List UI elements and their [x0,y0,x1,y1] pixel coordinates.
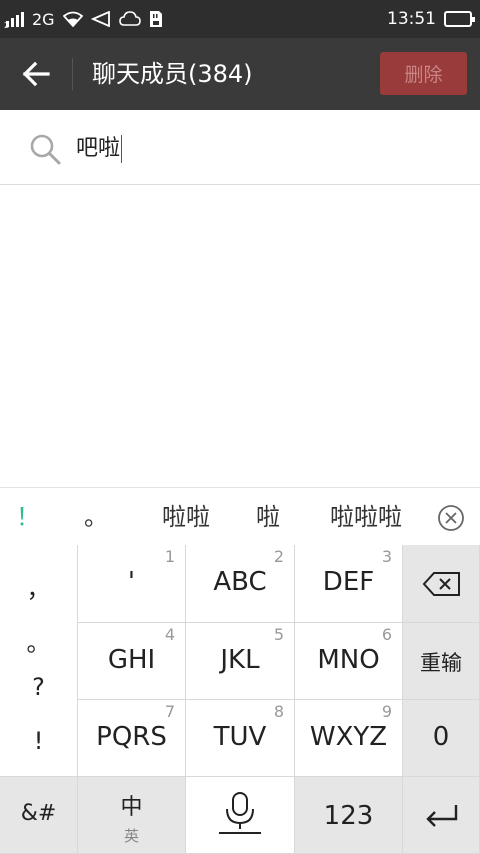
key-number: 9 [381,702,392,721]
numbers-key[interactable]: 123 [295,777,403,854]
clock: 13:51 [387,9,436,29]
key-number: 5 [273,625,284,644]
key-number: 6 [381,625,392,644]
punctuation-key[interactable]: ? [0,673,77,701]
key-label: ' [127,567,136,597]
status-bar-left: 2 2G [4,0,163,38]
language-main-label: 中 [120,795,143,820]
app-bar: 聊天成员(384) 删除 [0,38,480,110]
symbols-label: &# [20,801,57,826]
sd-card-icon [149,11,162,27]
key-label: WXYZ [309,722,388,752]
candidate-item[interactable]: ！ [8,488,48,547]
battery-icon [444,11,475,27]
key-number: 3 [381,547,392,566]
close-circle-icon[interactable] [437,504,465,532]
key-number: 2 [273,547,284,566]
delete-button[interactable]: 删除 [380,52,467,95]
wifi-icon [62,11,83,27]
key-number: 8 [273,702,284,721]
key-2[interactable]: 2 ABC [186,545,295,623]
sim-slot: 2 [4,21,10,30]
reinput-label: 重输 [420,651,462,675]
backspace-key[interactable] [403,545,480,623]
enter-key[interactable] [403,777,480,854]
key-label: DEF [322,567,375,597]
key-6[interactable]: 6 MNO [295,623,403,700]
candidate-item[interactable]: 。 [72,488,120,547]
key-label: GHI [107,645,156,675]
language-sub-label: 英 [123,827,139,845]
candidate-item[interactable]: 啦啦啦 [316,488,416,547]
search-input[interactable]: 吧啦 [76,110,123,185]
app-bar-divider [72,58,73,90]
numbers-label: 123 [323,801,374,831]
punctuation-column[interactable]: ， 。 ? ! [0,545,78,777]
key-label: JKL [220,645,260,675]
arrow-left-icon[interactable] [18,56,54,92]
key-4[interactable]: 4 GHI [78,623,186,700]
key-7[interactable]: 7 PQRS [78,700,186,777]
key-number: 4 [164,625,175,644]
key-number: 7 [164,702,175,721]
key-label: PQRS [96,722,167,752]
key-3[interactable]: 3 DEF [295,545,403,623]
text-caret [121,135,123,163]
reinput-key[interactable]: 重输 [403,623,480,700]
candidate-item[interactable]: 啦啦 [150,488,222,547]
speaker-icon [90,11,110,27]
key-8[interactable]: 8 TUV [186,700,295,777]
symbols-key[interactable]: &# [0,777,78,854]
punctuation-key[interactable]: ， [0,569,77,604]
network-type: 2G [32,9,55,29]
cloud-icon [118,11,141,26]
status-bar-right: 13:51 [387,0,475,38]
search-bar: 吧啦 [0,110,480,185]
enter-icon [426,805,458,827]
backspace-icon [422,572,460,596]
keyboard: ， 。 ? ! 1 ' 2 ABC 3 DEF 4 GHI 5 JKL 6 MN… [0,545,480,854]
key-label: 0 [432,722,450,752]
signal-icon: 2 [4,11,24,30]
key-1[interactable]: 1 ' [78,545,186,623]
punctuation-key[interactable]: 。 [0,623,77,658]
key-5[interactable]: 5 JKL [186,623,295,700]
voice-input-key[interactable] [186,777,295,854]
microphone-icon [219,792,261,834]
search-input-value: 吧啦 [76,136,121,161]
candidate-bar: ！ 。 啦啦 啦 啦啦啦 [0,487,480,546]
candidate-item[interactable]: 啦 [246,488,290,547]
search-icon [30,134,61,165]
status-bar: 2 2G 13:51 [0,0,480,38]
key-9[interactable]: 9 WXYZ [295,700,403,777]
key-label: MNO [317,645,380,675]
key-label: ABC [213,567,267,597]
language-switch-key[interactable]: 中 英 [78,777,186,854]
punctuation-key[interactable]: ! [0,727,77,755]
page-title: 聊天成员(384) [92,60,253,88]
key-label: TUV [213,722,267,752]
key-0[interactable]: 0 [403,700,480,777]
key-number: 1 [164,547,175,566]
